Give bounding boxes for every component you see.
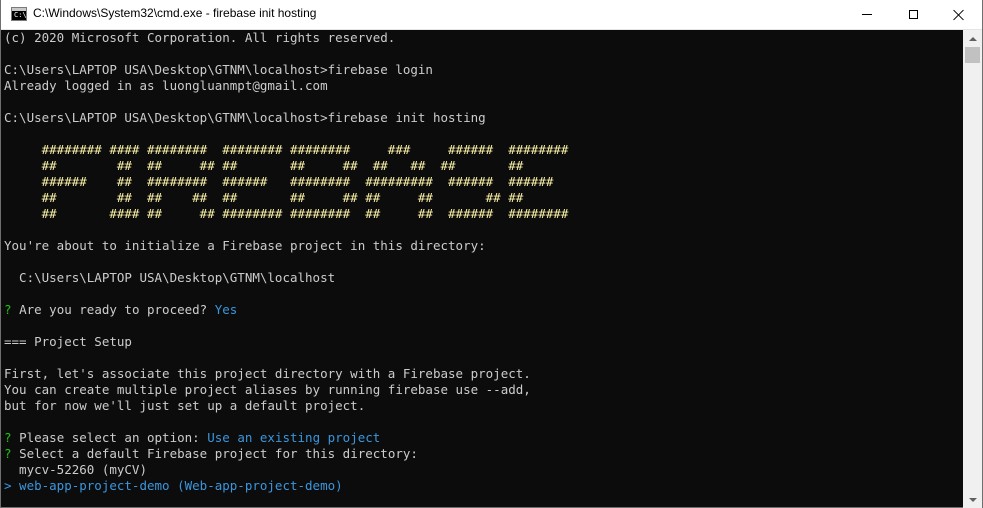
title-bar[interactable]: C:\ C:\Windows\System32\cmd.exe - fireba… — [1, 0, 982, 30]
console-line: You're about to initialize a Firebase pr… — [4, 238, 486, 253]
maximize-icon — [908, 10, 918, 19]
console-line: C:\Users\LAPTOP USA\Desktop\GTNM\localho… — [4, 62, 433, 77]
console-line: but for now we'll just set up a default … — [4, 398, 366, 413]
console-line: C:\Users\LAPTOP USA\Desktop\GTNM\localho… — [4, 110, 486, 125]
console-text-segment: ? — [4, 430, 20, 445]
console-line: ? Are you ready to proceed? Yes — [4, 302, 237, 318]
maximize-button[interactable] — [890, 0, 936, 29]
console-line: mycv-52260 (myCV) — [4, 462, 147, 477]
console-line: ######## #### ######## ######## ########… — [4, 142, 569, 157]
console-line: First, let's associate this project dire… — [4, 366, 531, 381]
close-button[interactable] — [936, 0, 982, 29]
console-text-segment: > web-app-project-demo (Web-app-project-… — [4, 478, 343, 493]
console-text-segment: ? — [4, 302, 20, 317]
scroll-up-button[interactable] — [963, 30, 982, 47]
vertical-scrollbar[interactable] — [963, 30, 982, 508]
console-line: > web-app-project-demo (Web-app-project-… — [4, 478, 343, 494]
minimize-button[interactable] — [844, 0, 890, 29]
console-line: ###### ## ######## ###### ######## #####… — [4, 174, 554, 189]
close-icon — [953, 9, 965, 21]
console-text-segment: Are you ready to proceed? — [19, 302, 215, 317]
console-line: Already logged in as luongluanmpt@gmail.… — [4, 78, 328, 93]
console-text-segment: Yes — [214, 302, 238, 317]
console-text-segment: Please select an option: — [19, 430, 208, 445]
cmd-app-icon[interactable]: C:\ — [11, 7, 27, 21]
minimize-icon — [862, 14, 872, 15]
console-line: C:\Users\LAPTOP USA\Desktop\GTNM\localho… — [4, 270, 336, 285]
console-line: ## #### ## ## ######## ######## ## ## ##… — [4, 206, 569, 221]
console-window: C:\ C:\Windows\System32\cmd.exe - fireba… — [0, 0, 983, 508]
console-line: ## ## ## ## ## ## ## ## ## ## ## — [4, 158, 524, 173]
console-line: You can create multiple project aliases … — [4, 382, 531, 397]
console-text-segment: Select a default Firebase project for th… — [19, 446, 418, 461]
console-text-segment: Use an existing project — [207, 430, 381, 445]
arrow-down-icon — [968, 497, 977, 502]
console-line: ## ## ## ## ## ## ## ## ## ## ## — [4, 190, 524, 205]
console-line: === Project Setup — [4, 334, 132, 349]
console-line: ? Select a default Firebase project for … — [4, 446, 418, 462]
scroll-down-button[interactable] — [963, 491, 982, 508]
scroll-thumb[interactable] — [965, 47, 980, 63]
console-line: (c) 2020 Microsoft Corporation. All righ… — [4, 30, 396, 45]
console-text-segment: ? — [4, 446, 20, 461]
window-title: C:\Windows\System32\cmd.exe - firebase i… — [33, 6, 317, 20]
cmd-icon-label: C:\ — [14, 11, 27, 19]
console-line: ? Please select an option: Use an existi… — [4, 430, 380, 446]
arrow-up-icon — [968, 36, 977, 41]
console-output[interactable]: (c) 2020 Microsoft Corporation. All righ… — [1, 30, 963, 508]
